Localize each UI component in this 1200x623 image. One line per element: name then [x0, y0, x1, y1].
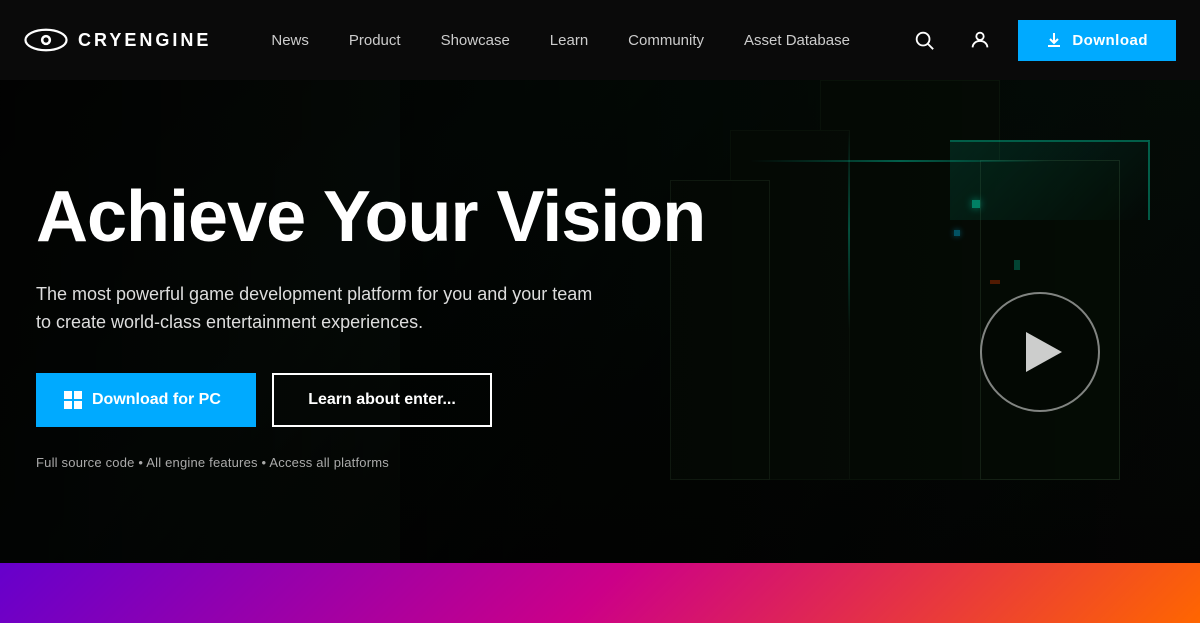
learn-label: Learn about enter...	[308, 391, 456, 408]
download-pc-button[interactable]: Download for PC	[36, 373, 256, 427]
hero-features: Full source code • All engine features •…	[36, 455, 705, 470]
nav-item-news[interactable]: News	[251, 0, 329, 80]
nav-item-community[interactable]: Community	[608, 0, 724, 80]
user-icon	[969, 29, 991, 51]
navbar: CRYENGINE News Product Showcase Learn Co…	[0, 0, 1200, 80]
hero-section: Achieve Your Vision The most powerful ga…	[0, 80, 1200, 623]
logo-text: CRYENGINE	[78, 30, 211, 51]
windows-icon	[64, 391, 82, 409]
download-label: Download	[1072, 32, 1148, 49]
nav-links: News Product Showcase Learn Community As…	[251, 0, 906, 80]
hero-subtitle: The most powerful game development platf…	[36, 280, 656, 338]
hero-buttons: Download for PC Learn about enter...	[36, 373, 705, 427]
learn-button[interactable]: Learn about enter...	[272, 373, 492, 427]
search-button[interactable]	[906, 22, 942, 58]
nav-item-product[interactable]: Product	[329, 0, 421, 80]
nav-item-showcase[interactable]: Showcase	[421, 0, 530, 80]
nav-actions: Download	[906, 20, 1176, 61]
download-button[interactable]: Download	[1018, 20, 1176, 61]
download-icon	[1046, 32, 1062, 48]
download-pc-label: Download for PC	[92, 391, 221, 409]
play-button[interactable]	[980, 292, 1100, 412]
bottom-strip	[0, 563, 1200, 623]
user-button[interactable]	[962, 22, 998, 58]
logo-link[interactable]: CRYENGINE	[24, 26, 211, 54]
nav-item-learn[interactable]: Learn	[530, 0, 608, 80]
logo-icon	[24, 26, 68, 54]
search-icon	[913, 29, 935, 51]
nav-item-asset-database[interactable]: Asset Database	[724, 0, 870, 80]
hero-content: Achieve Your Vision The most powerful ga…	[36, 180, 705, 470]
hero-title: Achieve Your Vision	[36, 180, 705, 256]
play-icon	[1026, 332, 1062, 372]
